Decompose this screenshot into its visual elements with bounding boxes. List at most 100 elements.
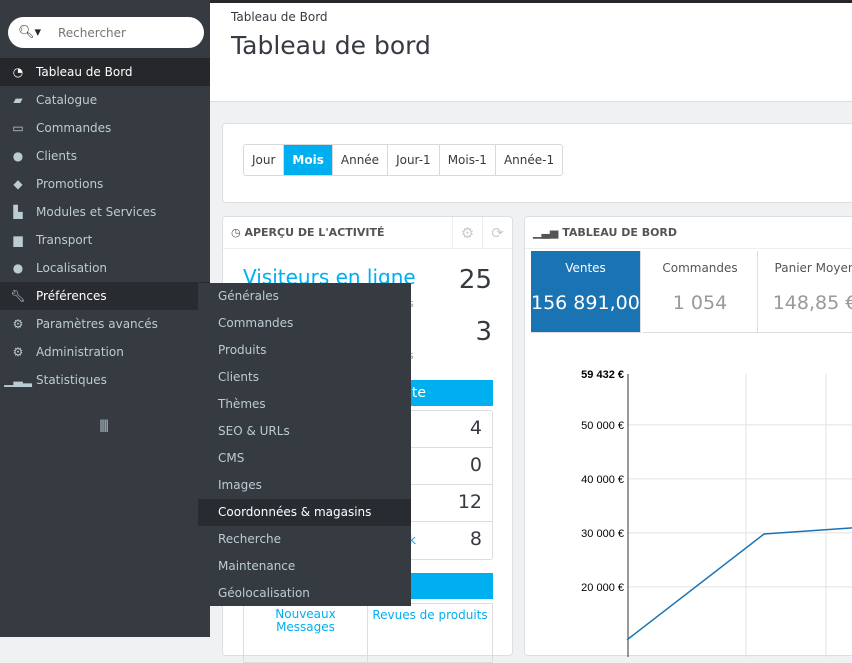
kpi-label: Panier Moyen — [774, 261, 852, 275]
y-tick-label: 40 000 € — [581, 474, 624, 486]
kpi-average-cart[interactable]: Panier Moyen 148,85 € — [758, 251, 852, 333]
cog-icon: ⚙ — [12, 345, 24, 359]
dashboard-panel-title: TABLEAU DE BORD — [562, 226, 678, 239]
search-box[interactable]: 🔍︎▾ — [8, 17, 204, 48]
kpi-value: 156 891,00 € — [531, 292, 658, 314]
y-tick-label: 20 000 € — [581, 582, 624, 594]
tags-icon: ◆ — [13, 177, 23, 191]
product-reviews-link[interactable]: Revues de produits — [368, 604, 492, 662]
clock-icon: ◷ — [231, 226, 245, 239]
period-year-button[interactable]: Année — [333, 145, 389, 175]
sidebar-item-label: Préférences — [36, 289, 107, 303]
bar-chart-icon: ▁▃▂ — [4, 373, 32, 387]
gear-icon[interactable]: ⚙ — [452, 217, 482, 249]
sidebar-item-preferences[interactable]: 🔧︎ Préférences — [0, 282, 210, 310]
submenu-item[interactable]: SEO & URLs — [198, 418, 411, 445]
refresh-icon[interactable]: ⟳ — [482, 217, 512, 249]
sidebar-item-catalogue[interactable]: ▰ Catalogue — [0, 86, 210, 114]
kpi-label: Commandes — [662, 261, 738, 275]
sidebar-item-stats[interactable]: ▁▃▂ Statistiques — [0, 366, 210, 394]
visitors-count: 25 — [458, 265, 492, 295]
kpi-tabs: Ventes 156 891,00 € Commandes 1 054 Panier… — [531, 251, 852, 333]
wrench-icon: 🔧︎ — [10, 289, 26, 303]
dashboard-panel-header: ▁▃▅ TABLEAU DE BORD — [525, 217, 852, 249]
row-value: 8 — [469, 528, 482, 550]
book-icon: ▰ — [13, 93, 23, 107]
dashboard-panel: ▁▃▅ TABLEAU DE BORD Ventes 156 891,00 € C… — [524, 216, 852, 657]
sidebar-item-label: Clients — [36, 149, 77, 163]
sidebar-item-label: Localisation — [36, 261, 108, 275]
activity-panel-title: APERÇU DE L'ACTIVITÉ — [244, 226, 385, 239]
collapse-sidebar-icon[interactable]: |||| — [99, 418, 109, 432]
sidebar-nav: ◔ Tableau de Bord ▰ Catalogue ▭ Commandes ●… — [0, 58, 210, 394]
sidebar-item-localization[interactable]: ● Localisation — [0, 254, 210, 282]
period-prev-day-button[interactable]: Jour-1 — [388, 145, 440, 175]
submenu-item-highlighted[interactable]: Coordonnées & magasins — [198, 499, 411, 526]
kpi-orders[interactable]: Commandes 1 054 — [643, 251, 758, 333]
submenu-item[interactable]: Générales — [198, 283, 411, 310]
sidebar-item-label: Commandes — [36, 121, 112, 135]
sidebar: 🔍︎▾ ◔ Tableau de Bord ▰ Catalogue ▭ Command… — [0, 0, 210, 637]
submenu-item[interactable]: Commandes — [198, 310, 411, 337]
panel-tools: ⚙ ⟳ — [452, 217, 512, 249]
sidebar-item-orders[interactable]: ▭ Commandes — [0, 114, 210, 142]
sidebar-item-label: Statistiques — [36, 373, 107, 387]
messages-table: Nouveaux Messages Revues de produits — [243, 603, 493, 663]
period-month-button[interactable]: Mois — [284, 145, 333, 175]
period-day-button[interactable]: Jour — [244, 145, 285, 175]
sidebar-item-promotions[interactable]: ◆ Promotions — [0, 170, 210, 198]
sales-chart: 59 432 € 50 000 € 40 000 € 30 000 € 20 000 € — [581, 369, 852, 657]
breadcrumb[interactable]: Tableau de Bord — [231, 10, 328, 24]
sidebar-item-label: Tableau de Bord — [36, 65, 133, 79]
sidebar-item-label: Catalogue — [36, 93, 98, 107]
new-messages-link[interactable]: Nouveaux Messages — [244, 604, 368, 662]
users-icon: ● — [12, 149, 24, 163]
kpi-label: Ventes — [565, 261, 606, 275]
sidebar-item-modules[interactable]: ▙ Modules et Services — [0, 198, 210, 226]
sidebar-item-label: Modules et Services — [36, 205, 157, 219]
preferences-submenu: Générales Commandes Produits Clients Thè… — [198, 283, 411, 606]
submenu-item[interactable]: Images — [198, 472, 411, 499]
sidebar-item-label: Transport — [36, 233, 93, 247]
period-button-group: Jour Mois Année Jour-1 Mois-1 Année-1 — [243, 144, 564, 176]
sidebar-item-administration[interactable]: ⚙ Administration — [0, 338, 210, 366]
submenu-item[interactable]: CMS — [198, 445, 411, 472]
search-icon[interactable]: 🔍︎▾ — [18, 25, 48, 40]
row-value: 12 — [457, 491, 482, 513]
kpi-value: 1 054 — [672, 292, 728, 314]
credit-card-icon: ▭ — [12, 121, 24, 135]
date-filter-panel: Jour Mois Année Jour-1 Mois-1 Année-1 — [222, 123, 852, 203]
bar-chart-icon: ▁▃▅ — [533, 226, 563, 239]
row-value: 0 — [469, 454, 482, 476]
y-tick-label: 59 432 € — [581, 369, 624, 381]
submenu-item[interactable]: Clients — [198, 364, 411, 391]
submenu-item[interactable]: Maintenance — [198, 553, 411, 580]
truck-icon: ▆ — [13, 233, 23, 247]
page-header: Tableau de Bord Tableau de bord — [210, 3, 852, 102]
page-title: Tableau de bord — [231, 31, 431, 60]
submenu-item[interactable]: Produits — [198, 337, 411, 364]
sidebar-item-advanced-parameters[interactable]: ⚙ Paramètres avancés — [0, 310, 210, 338]
submenu-item[interactable]: Recherche — [198, 526, 411, 553]
sidebar-item-label: Promotions — [36, 177, 104, 191]
sidebar-item-customers[interactable]: ● Clients — [0, 142, 210, 170]
sidebar-item-shipping[interactable]: ▆ Transport — [0, 226, 210, 254]
second-count: 3 — [475, 317, 492, 347]
sidebar-item-label: Paramètres avancés — [36, 317, 158, 331]
period-prev-month-button[interactable]: Mois-1 — [440, 145, 496, 175]
kpi-sales[interactable]: Ventes 156 891,00 € — [531, 251, 658, 333]
kpi-value: 148,85 € — [772, 292, 852, 314]
dashboard-icon: ◔ — [12, 65, 24, 79]
submenu-item[interactable]: Géolocalisation — [198, 580, 411, 607]
row-value: 4 — [469, 417, 482, 439]
period-prev-year-button[interactable]: Année-1 — [496, 145, 562, 175]
y-tick-label: 30 000 € — [581, 528, 624, 540]
search-input[interactable] — [58, 25, 198, 40]
submenu-item[interactable]: Thèmes — [198, 391, 411, 418]
sidebar-item-dashboard[interactable]: ◔ Tableau de Bord — [0, 58, 210, 86]
y-tick-label: 50 000 € — [581, 420, 624, 432]
sidebar-item-label: Administration — [36, 345, 124, 359]
puzzle-icon: ▙ — [13, 205, 23, 219]
globe-icon: ● — [12, 261, 24, 275]
sales-line — [626, 527, 852, 641]
